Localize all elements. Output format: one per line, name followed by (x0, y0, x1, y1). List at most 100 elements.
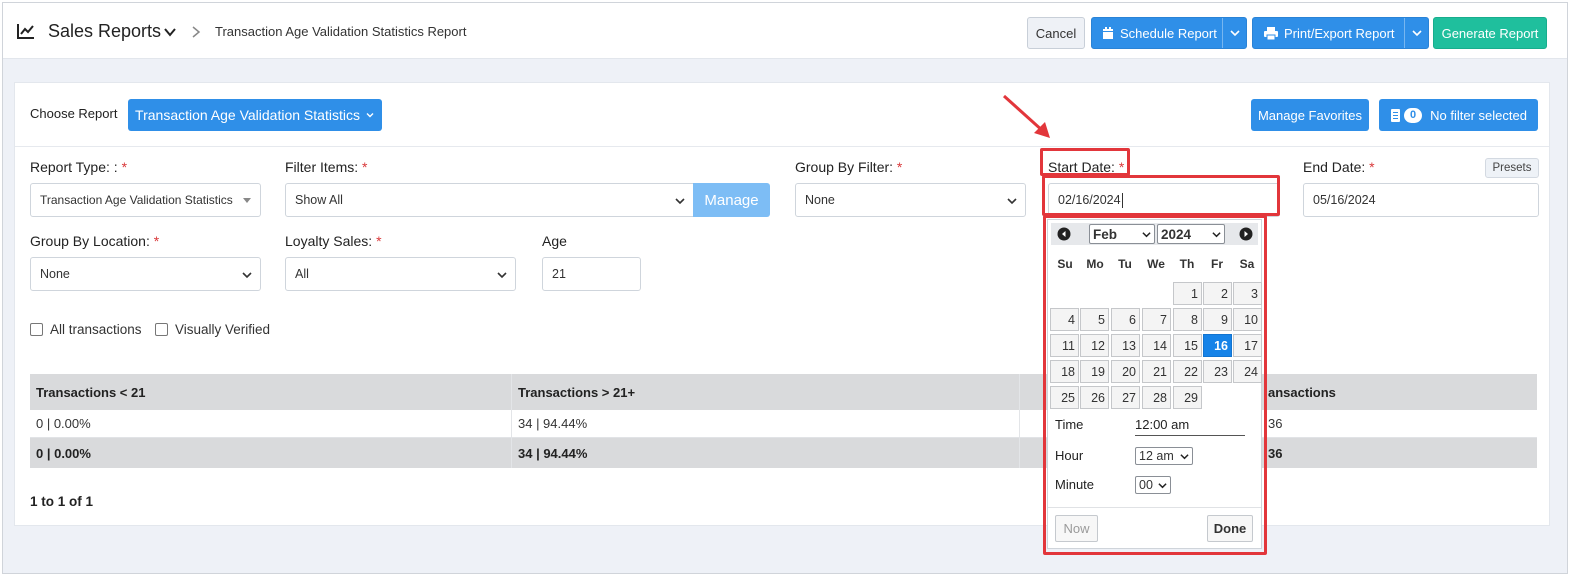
calendar-day[interactable]: 24 (1233, 360, 1262, 383)
print-export-button[interactable]: Print/Export Report (1252, 17, 1429, 49)
calendar-day[interactable]: 22 (1173, 360, 1202, 383)
app-title[interactable]: Sales Reports (48, 21, 161, 42)
datepicker-header: Feb 2024 (1051, 223, 1258, 245)
calendar-day[interactable]: 13 (1111, 334, 1140, 357)
month-select[interactable]: Feb (1089, 224, 1155, 244)
visually-verified-checkbox[interactable]: Visually Verified (155, 322, 270, 337)
chevron-down-icon (1229, 30, 1240, 37)
chevron-down-icon (1411, 30, 1422, 37)
calendar-day[interactable]: 27 (1111, 386, 1140, 409)
minute-select[interactable]: 00 (1135, 476, 1171, 494)
choose-report-label: Choose Report (30, 106, 118, 121)
calendar-day[interactable]: 19 (1080, 360, 1109, 383)
calendar-day[interactable]: 25 (1050, 386, 1079, 409)
year-select[interactable]: 2024 (1157, 224, 1225, 244)
end-date-input[interactable]: 05/16/2024 (1303, 183, 1539, 217)
report-card: Choose Report Transaction Age Validation… (14, 82, 1550, 526)
calendar-day[interactable]: 29 (1173, 386, 1202, 409)
schedule-report-label: Schedule Report (1120, 25, 1217, 41)
table-cell: 0 | 0.00% (30, 410, 512, 437)
calendar-day[interactable]: 4 (1050, 308, 1079, 331)
weekday-label: Mo (1086, 257, 1104, 271)
checkbox-box[interactable] (30, 323, 43, 336)
next-month-icon[interactable] (1239, 227, 1253, 241)
checkbox-box[interactable] (155, 323, 168, 336)
choose-report-dropdown[interactable]: Transaction Age Validation Statistics (128, 99, 382, 131)
calendar-day[interactable]: 9 (1203, 308, 1232, 331)
report-type-select[interactable]: Transaction Age Validation Statistics (30, 183, 261, 217)
table-header-cell[interactable]: Transactions > 21+ (512, 374, 1020, 410)
group-by-location-select[interactable]: None (30, 257, 261, 291)
calendar-day[interactable]: 6 (1111, 308, 1140, 331)
printer-icon (1264, 26, 1278, 40)
group-by-filter-select[interactable]: None (795, 183, 1026, 217)
all-transactions-checkbox[interactable]: All transactions (30, 322, 142, 337)
print-dropdown-toggle[interactable] (1404, 18, 1428, 48)
age-input[interactable]: 21 (542, 257, 641, 291)
manage-filter-items-button[interactable]: Manage (693, 183, 770, 217)
calendar-day[interactable]: 20 (1111, 360, 1140, 383)
filter-count-badge: 0 (1404, 107, 1423, 123)
calendar-day[interactable]: 12 (1080, 334, 1109, 357)
presets-button[interactable]: Presets (1485, 158, 1539, 178)
calendar-day-selected[interactable]: 16 (1203, 334, 1232, 357)
print-export-label: Print/Export Report (1284, 25, 1395, 41)
calendar-day[interactable]: 18 (1050, 360, 1079, 383)
calendar-day[interactable]: 10 (1233, 308, 1262, 331)
loyalty-sales-select[interactable]: All (285, 257, 516, 291)
time-value: 12:00 am (1135, 417, 1245, 436)
table-header-cell[interactable]: ansactions (1262, 374, 1537, 410)
datepicker-footer-divider (1048, 507, 1261, 508)
prev-month-icon[interactable] (1057, 227, 1071, 241)
calendar-day[interactable]: 7 (1142, 308, 1171, 331)
chevron-down-icon (675, 198, 685, 205)
calendar-day[interactable]: 8 (1173, 308, 1202, 331)
calendar-day[interactable]: 15 (1173, 334, 1202, 357)
calendar-day[interactable]: 17 (1233, 334, 1262, 357)
caret-down-icon (243, 198, 251, 203)
calendar-day[interactable]: 23 (1203, 360, 1232, 383)
weekday-label: We (1147, 257, 1165, 271)
manage-favorites-button[interactable]: Manage Favorites (1251, 99, 1369, 131)
calendar-day[interactable]: 3 (1233, 282, 1262, 305)
calendar-day[interactable]: 11 (1050, 334, 1079, 357)
line-chart-icon (17, 24, 34, 39)
table-cell: 0 | 0.00% (30, 438, 512, 468)
age-label: Age (542, 233, 567, 249)
filter-button[interactable]: 0 No filter selected (1379, 99, 1538, 131)
minute-label: Minute (1055, 477, 1095, 492)
table-cell: 36 (1268, 445, 1283, 461)
cancel-button[interactable]: Cancel (1027, 17, 1085, 49)
filter-items-select[interactable]: Show All (285, 183, 694, 217)
group-by-filter-label: Group By Filter: * (795, 159, 903, 175)
table-header-cell[interactable]: Transactions < 21 (30, 374, 512, 410)
generate-report-button[interactable]: Generate Report (1433, 17, 1547, 49)
table-cell: 34 | 94.44% (512, 410, 1020, 437)
end-date-label: End Date: * (1303, 159, 1375, 175)
chevron-down-icon (242, 272, 252, 279)
hour-select[interactable]: 12 am (1135, 447, 1193, 465)
chevron-down-icon (366, 113, 374, 118)
chevron-down-icon (497, 272, 507, 279)
done-button[interactable]: Done (1207, 515, 1253, 542)
annotation-arrow-icon (1002, 94, 1050, 138)
chevron-down-icon (1212, 232, 1221, 238)
schedule-report-button[interactable]: Schedule Report (1091, 17, 1247, 49)
chevron-down-icon (1142, 232, 1151, 238)
calendar-day[interactable]: 5 (1080, 308, 1109, 331)
app-frame: Sales Reports Transaction Age Validation… (2, 2, 1568, 574)
chevron-down-icon[interactable] (163, 25, 177, 39)
weekday-label: Sa (1239, 257, 1255, 271)
calendar-day[interactable]: 26 (1080, 386, 1109, 409)
table-total-row: 0 | 0.00% 34 | 94.44% 36 (30, 438, 1537, 468)
manage-favorites-label: Manage Favorites (1257, 107, 1363, 123)
schedule-dropdown-toggle[interactable] (1222, 18, 1246, 48)
calendar-day[interactable]: 1 (1173, 282, 1202, 305)
calendar-day[interactable]: 2 (1203, 282, 1232, 305)
now-button[interactable]: Now (1055, 515, 1098, 542)
filter-label: No filter selected (1430, 107, 1527, 123)
calendar-day[interactable]: 28 (1142, 386, 1171, 409)
table-row: 0 | 0.00% 34 | 94.44% 36 (30, 410, 1537, 438)
calendar-day[interactable]: 14 (1142, 334, 1171, 357)
calendar-day[interactable]: 21 (1142, 360, 1171, 383)
